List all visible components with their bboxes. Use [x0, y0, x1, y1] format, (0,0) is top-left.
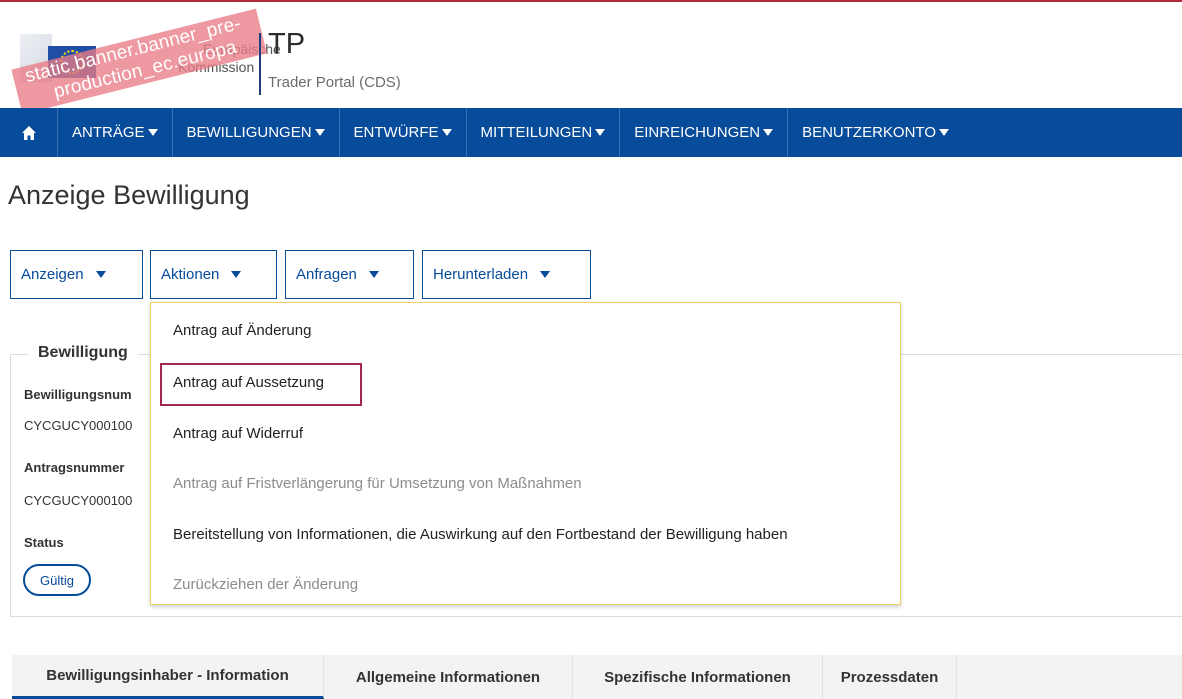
caret-down-icon: [939, 129, 949, 136]
detail-tabs: Bewilligungsinhaber - Information Allgem…: [12, 655, 1182, 699]
nav-label: EINREICHUNGEN: [634, 124, 761, 141]
logo-divider: [259, 33, 261, 95]
button-label: Anzeigen: [21, 266, 84, 283]
aktionen-button[interactable]: Aktionen: [150, 250, 277, 299]
anzeigen-button[interactable]: Anzeigen: [10, 250, 143, 299]
nav-label: ANTRÄGE: [72, 124, 145, 141]
aktionen-dropdown-menu: Antrag auf Änderung Antrag auf Aussetzun…: [150, 302, 901, 605]
nav-mitteilungen[interactable]: MITTEILUNGEN: [467, 108, 621, 157]
menu-item-antrag-widerruf[interactable]: Antrag auf Widerruf: [173, 425, 303, 442]
nav-bewilligungen[interactable]: BEWILLIGUNGEN: [173, 108, 340, 157]
tab-label: Bewilligungsinhaber - Information: [46, 667, 289, 684]
page-title: Anzeige Bewilligung: [8, 180, 250, 210]
menu-item-fristverlaengerung: Antrag auf Fristverlängerung für Umsetzu…: [173, 475, 582, 492]
auth-number-label: Bewilligungsnum: [24, 387, 132, 402]
tab-spezifische-informationen[interactable]: Spezifische Informationen: [573, 655, 823, 699]
nav-label: BENUTZERKONTO: [802, 124, 936, 141]
menu-item-zurueckziehen-aenderung: Zurückziehen der Änderung: [173, 576, 359, 593]
caret-down-icon: [147, 129, 158, 136]
caret-down-icon: [314, 129, 325, 136]
status-value: Gültig: [40, 572, 74, 588]
tab-bar-filler: [957, 655, 1182, 699]
menu-item-antrag-aussetzung[interactable]: Antrag auf Aussetzung: [173, 374, 324, 391]
nav-einreichungen[interactable]: EINREICHUNGEN: [620, 108, 789, 157]
caret-down-icon: [95, 271, 106, 278]
tab-label: Prozessdaten: [840, 668, 939, 686]
main-navbar: ANTRÄGE BEWILLIGUNGEN ENTWÜRFE MITTEILUN…: [0, 108, 1182, 157]
app-abbreviation[interactable]: TP: [268, 30, 305, 59]
panel-legend: Bewilligung: [28, 344, 138, 362]
nav-label: MITTEILUNGEN: [480, 124, 593, 141]
tab-allgemeine-informationen[interactable]: Allgemeine Informationen: [324, 655, 573, 699]
menu-item-bereitstellung-informationen[interactable]: Bereitstellung von Informationen, die Au…: [173, 526, 788, 543]
caret-down-icon: [540, 271, 551, 278]
tab-label: Allgemeine Informationen: [355, 668, 541, 686]
caret-down-icon: [595, 129, 606, 136]
app-name: Trader Portal (CDS): [268, 74, 401, 91]
button-label: Anfragen: [296, 266, 357, 283]
caret-down-icon: [368, 271, 379, 278]
environment-stamp: static.banner.banner_pre- production_ec.…: [8, 0, 268, 115]
caret-down-icon: [441, 129, 452, 136]
auth-number-value: CYCGUCY000100: [24, 418, 133, 433]
status-badge: Gültig: [23, 564, 91, 596]
button-label: Herunterladen: [433, 266, 529, 283]
nav-benutzerkonto[interactable]: BENUTZERKONTO: [788, 108, 963, 157]
menu-item-antrag-aenderung[interactable]: Antrag auf Änderung: [173, 322, 311, 339]
home-icon[interactable]: [0, 108, 58, 157]
button-label: Aktionen: [161, 266, 220, 283]
nav-antraege[interactable]: ANTRÄGE: [58, 108, 173, 157]
nav-label: BEWILLIGUNGEN: [186, 124, 312, 141]
anfragen-button[interactable]: Anfragen: [285, 250, 414, 299]
nav-entwuerfe[interactable]: ENTWÜRFE: [340, 108, 467, 157]
application-number-label: Antragsnummer: [24, 460, 125, 475]
status-label: Status: [24, 535, 64, 550]
caret-down-icon: [763, 129, 774, 136]
tab-bewilligungsinhaber[interactable]: Bewilligungsinhaber - Information: [12, 655, 324, 699]
application-number-value: CYCGUCY000100: [24, 493, 133, 508]
herunterladen-button[interactable]: Herunterladen: [422, 250, 591, 299]
caret-down-icon: [231, 271, 242, 278]
nav-label: ENTWÜRFE: [353, 124, 439, 141]
tab-label: Spezifische Informationen: [604, 668, 791, 686]
top-accent-line: [0, 0, 1182, 2]
tab-prozessdaten[interactable]: Prozessdaten: [823, 655, 957, 699]
